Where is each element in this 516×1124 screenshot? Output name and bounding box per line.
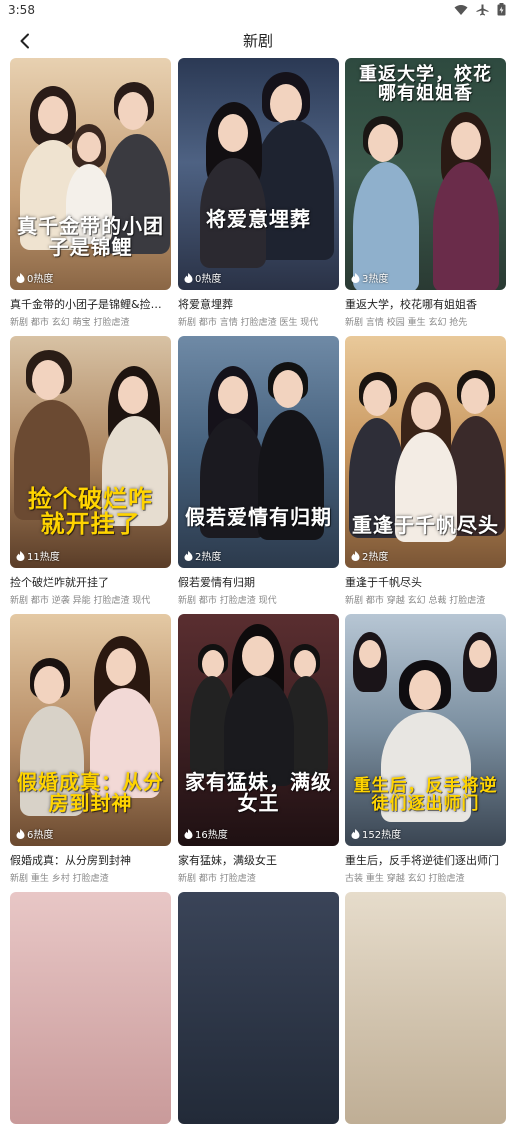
heat-badge: 6热度 bbox=[16, 826, 53, 841]
drama-poster[interactable]: 真千金带的小团子是锦鲤 0热度 bbox=[10, 58, 171, 290]
heat-badge: 3热度 bbox=[351, 270, 388, 285]
page-title: 新剧 bbox=[242, 32, 273, 50]
poster-title: 重返大学，校花哪有姐姐香 bbox=[359, 64, 492, 104]
drama-poster[interactable]: 将爱意埋葬 0热度 bbox=[178, 58, 339, 290]
heat-count: 3热度 bbox=[362, 274, 389, 285]
drama-poster[interactable]: 家有猛妹，满级女王 16热度 bbox=[178, 614, 339, 846]
heat-badge: 0热度 bbox=[184, 270, 221, 285]
drama-card-partial[interactable] bbox=[10, 892, 171, 1124]
drama-card-partial[interactable] bbox=[345, 892, 506, 1124]
heat-badge: 11热度 bbox=[16, 548, 60, 563]
heat-badge: 16热度 bbox=[184, 826, 228, 841]
poster-title: 捡个破烂咋就开挂了 bbox=[28, 483, 153, 538]
drama-tags: 古装 重生 穿越 玄幻 打脸虐渣 bbox=[345, 874, 465, 884]
flame-icon bbox=[351, 828, 360, 839]
heat-badge: 152热度 bbox=[351, 826, 401, 841]
wifi-icon bbox=[454, 4, 468, 16]
airplane-mode-icon bbox=[476, 4, 489, 16]
drama-card[interactable]: 重逢于千帆尽头 2热度 重逢于千帆尽头 新剧 都市 穿越 玄幻 总裁 打脸虐渣 bbox=[345, 336, 506, 606]
drama-poster[interactable]: 重逢于千帆尽头 2热度 bbox=[345, 336, 506, 568]
drama-title[interactable]: 重逢于千帆尽头 bbox=[345, 574, 506, 590]
heat-badge: 0热度 bbox=[16, 270, 53, 285]
flame-icon bbox=[184, 272, 193, 283]
drama-tags: 新剧 都市 玄幻 萌宝 打脸虐渣 bbox=[10, 318, 130, 328]
drama-card[interactable]: 将爱意埋葬 0热度 将爱意埋葬 新剧 都市 言情 打脸虐渣 医生 现代 bbox=[178, 58, 339, 328]
drama-card[interactable]: 家有猛妹，满级女王 16热度 家有猛妹，满级女王 新剧 都市 打脸虐渣 bbox=[178, 614, 339, 884]
drama-tags: 新剧 都市 打脸虐渣 现代 bbox=[178, 596, 277, 606]
poster-title: 将爱意埋葬 bbox=[206, 207, 311, 231]
drama-card-partial[interactable] bbox=[178, 892, 339, 1124]
drama-tags: 新剧 都市 言情 打脸虐渣 医生 现代 bbox=[178, 318, 319, 328]
header: 新剧 bbox=[0, 22, 516, 58]
flame-icon bbox=[16, 828, 25, 839]
status-icons bbox=[454, 3, 506, 16]
flame-icon bbox=[16, 272, 25, 283]
drama-title[interactable]: 假若爱情有归期 bbox=[178, 574, 339, 590]
poster-title: 假若爱情有归期 bbox=[185, 505, 332, 529]
battery-icon bbox=[497, 3, 506, 16]
drama-poster[interactable]: 假若爱情有归期 2热度 bbox=[178, 336, 339, 568]
drama-tags: 新剧 都市 逆袭 异能 打脸虐渣 现代 bbox=[10, 596, 151, 606]
drama-poster[interactable] bbox=[178, 892, 339, 1124]
drama-poster[interactable] bbox=[345, 892, 506, 1124]
heat-count: 2热度 bbox=[362, 552, 389, 563]
drama-card[interactable]: 重返大学，校花哪有姐姐香 3热度 重返大学，校花哪有姐姐香 新剧 言情 校园 重… bbox=[345, 58, 506, 328]
status-time: 3:58 bbox=[8, 3, 35, 17]
drama-poster[interactable]: 重生后，反手将逆徒们逐出师门 152热度 bbox=[345, 614, 506, 846]
drama-poster[interactable]: 重返大学，校花哪有姐姐香 3热度 bbox=[345, 58, 506, 290]
drama-title[interactable]: 重生后，反手将逆徒们逐出师门 bbox=[345, 852, 506, 868]
drama-card[interactable]: 重生后，反手将逆徒们逐出师门 152热度 重生后，反手将逆徒们逐出师门 古装 重… bbox=[345, 614, 506, 884]
drama-poster[interactable]: 捡个破烂咋就开挂了 11热度 bbox=[10, 336, 171, 568]
drama-tags: 新剧 都市 打脸虐渣 bbox=[178, 874, 256, 884]
flame-icon bbox=[184, 550, 193, 561]
drama-title[interactable]: 捡个破烂咋就开挂了 bbox=[10, 574, 171, 590]
drama-title[interactable]: 假婚成真：从分房到封神 bbox=[10, 852, 171, 868]
flame-icon bbox=[351, 550, 360, 561]
poster-title: 真千金带的小团子是锦鲤 bbox=[17, 214, 164, 259]
heat-count: 0热度 bbox=[195, 274, 222, 285]
flame-icon bbox=[351, 272, 360, 283]
flame-icon bbox=[184, 828, 193, 839]
heat-count: 11热度 bbox=[27, 552, 60, 563]
drama-tags: 新剧 重生 乡村 打脸虐渣 bbox=[10, 874, 109, 884]
heat-count: 6热度 bbox=[27, 830, 54, 841]
drama-tags: 新剧 言情 校园 重生 玄幻 抢先 bbox=[345, 318, 468, 328]
drama-card[interactable]: 假婚成真：从分房到封神 6热度 假婚成真：从分房到封神 新剧 重生 乡村 打脸虐… bbox=[10, 614, 171, 884]
heat-count: 0热度 bbox=[27, 274, 54, 285]
drama-card[interactable]: 真千金带的小团子是锦鲤 0热度 真千金带的小团子是锦鲤&捡个... 新剧 都市 … bbox=[10, 58, 171, 328]
drama-tags: 新剧 都市 穿越 玄幻 总裁 打脸虐渣 bbox=[345, 596, 486, 606]
heat-badge: 2热度 bbox=[184, 548, 221, 563]
drama-title[interactable]: 重返大学，校花哪有姐姐香 bbox=[345, 296, 506, 312]
poster-title: 重生后，反手将逆徒们逐出师门 bbox=[353, 776, 498, 815]
poster-title: 家有猛妹，满级女王 bbox=[185, 770, 332, 815]
drama-title[interactable]: 将爱意埋葬 bbox=[178, 296, 339, 312]
drama-poster[interactable] bbox=[10, 892, 171, 1124]
heat-count: 16热度 bbox=[195, 830, 228, 841]
heat-badge: 2热度 bbox=[351, 548, 388, 563]
drama-poster[interactable]: 假婚成真：从分房到封神 6热度 bbox=[10, 614, 171, 846]
drama-title[interactable]: 真千金带的小团子是锦鲤&捡个... bbox=[10, 296, 171, 312]
drama-title[interactable]: 家有猛妹，满级女王 bbox=[178, 852, 339, 868]
poster-title: 重逢于千帆尽头 bbox=[352, 513, 499, 537]
drama-card[interactable]: 捡个破烂咋就开挂了 11热度 捡个破烂咋就开挂了 新剧 都市 逆袭 异能 打脸虐… bbox=[10, 336, 171, 606]
poster-title: 假婚成真：从分房到封神 bbox=[17, 770, 164, 815]
flame-icon bbox=[16, 550, 25, 561]
status-bar: 3:58 bbox=[0, 0, 516, 22]
heat-count: 2热度 bbox=[195, 552, 222, 563]
heat-count: 152热度 bbox=[362, 830, 402, 841]
drama-card[interactable]: 假若爱情有归期 2热度 假若爱情有归期 新剧 都市 打脸虐渣 现代 bbox=[178, 336, 339, 606]
